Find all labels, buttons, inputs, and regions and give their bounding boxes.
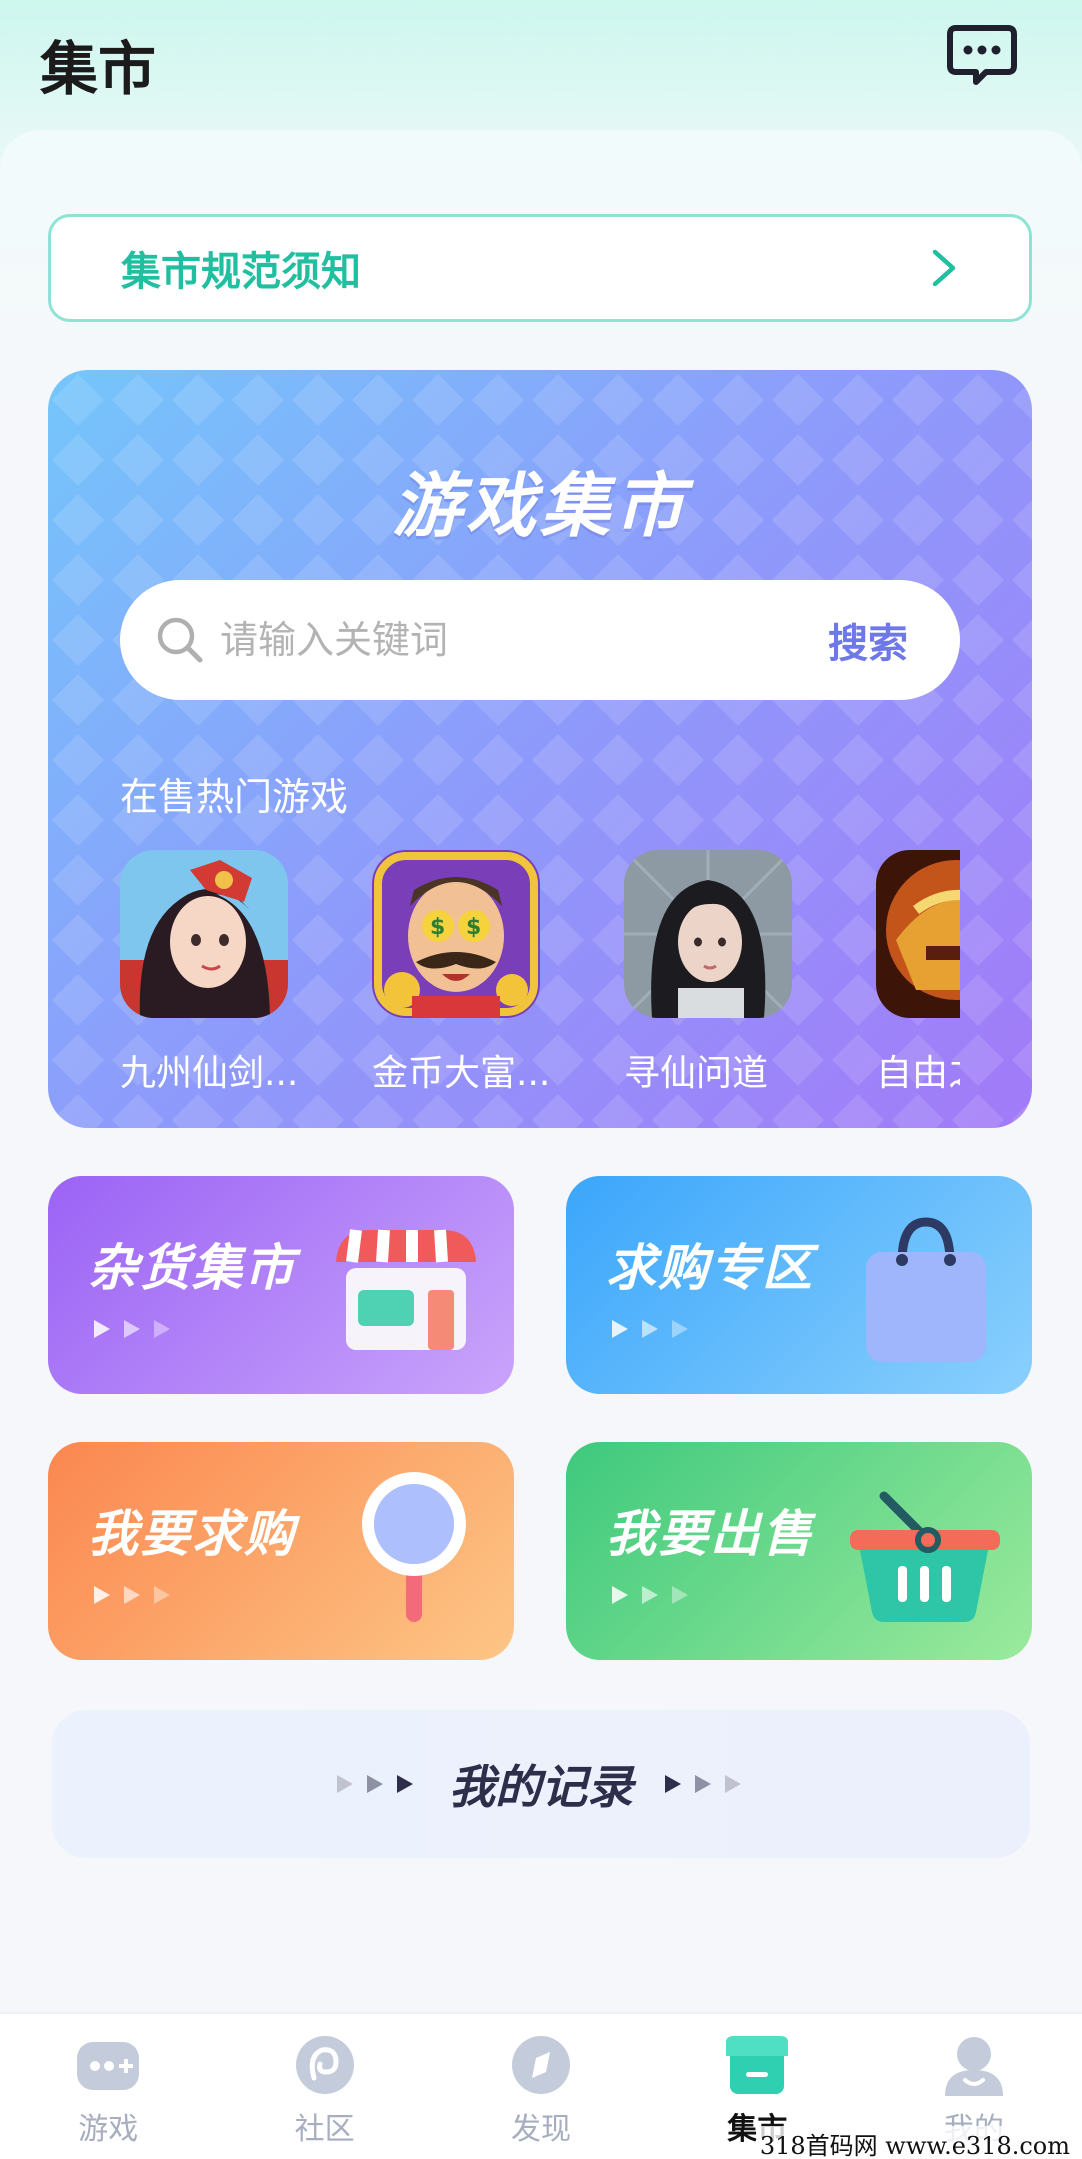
watermark: 318首码网 www.e318.com xyxy=(755,2126,1074,2159)
tab-label: 发现 xyxy=(511,2112,572,2147)
tile-title: 我要出售 xyxy=(606,1505,814,1563)
top-bar: 集市 xyxy=(0,0,1082,130)
tile-title: 我要求购 xyxy=(88,1505,296,1563)
search-button[interactable]: 搜索 xyxy=(828,611,908,669)
arrows-icon xyxy=(612,1586,688,1604)
compass-icon xyxy=(512,2036,571,2094)
shopping-bag-icon xyxy=(866,1217,986,1362)
market-title: 游戏集市 xyxy=(392,465,688,547)
tile-title: 杂货集市 xyxy=(88,1239,296,1297)
search-icon xyxy=(157,617,203,663)
arrows-icon xyxy=(94,1320,170,1338)
game-name: 寻仙问道 xyxy=(624,1053,769,1094)
tab-games[interactable]: 游戏 xyxy=(0,2014,216,2159)
hot-games-label: 在售热门游戏 xyxy=(120,775,349,819)
page-title: 集市 xyxy=(40,35,157,103)
my-records-button[interactable]: 我的记录 xyxy=(52,1710,1030,1858)
game-market-panel: 游戏集市 搜索 在售热门游戏 九州仙剑... xyxy=(48,370,1032,1128)
tab-community[interactable]: 社区 xyxy=(216,2014,432,2159)
market-icon xyxy=(726,2036,789,2094)
game-name: 金币大富... xyxy=(372,1053,551,1094)
game-item[interactable]: 自由之 xyxy=(876,850,960,1096)
game-icon-money-mustache-man: $ $ xyxy=(372,850,540,1018)
svg-text:$: $ xyxy=(466,915,481,940)
chevron-right-icon xyxy=(932,249,956,287)
game-name: 自由之 xyxy=(876,1053,960,1094)
game-item[interactable]: $ $ 金币大富... xyxy=(372,850,550,1096)
game-item[interactable]: 九州仙剑... xyxy=(120,850,298,1096)
gamepad-icon xyxy=(77,2042,140,2090)
profile-icon xyxy=(944,2037,1003,2096)
rules-banner-label: 集市规范须知 xyxy=(121,249,361,295)
tile-title: 求购专区 xyxy=(606,1239,814,1297)
tab-label: 游戏 xyxy=(78,2112,139,2147)
game-icon-red-hair-heroine xyxy=(120,850,288,1018)
community-icon xyxy=(295,2036,354,2094)
tab-discover[interactable]: 发现 xyxy=(433,2014,649,2159)
svg-text:$: $ xyxy=(430,915,445,940)
message-icon[interactable] xyxy=(946,22,1018,88)
search-box[interactable]: 搜索 xyxy=(120,580,960,700)
grocery-market-tile[interactable]: 杂货集市 xyxy=(48,1176,514,1394)
arrows-icon xyxy=(612,1320,688,1338)
hot-games-list: 九州仙剑... $ $ 金币大富... 寻仙问道 自由 xyxy=(120,850,960,1100)
game-icon-golden-armor xyxy=(876,850,960,1018)
rules-banner[interactable]: 集市规范须知 xyxy=(48,214,1032,322)
search-input[interactable] xyxy=(220,618,828,662)
want-to-buy-tile[interactable]: 我要求购 xyxy=(48,1442,514,1660)
wanted-zone-tile[interactable]: 求购专区 xyxy=(566,1176,1032,1394)
store-icon xyxy=(336,1229,476,1350)
game-name: 九州仙剑... xyxy=(120,1053,299,1094)
arrows-right-icon xyxy=(665,1775,741,1793)
tab-label: 社区 xyxy=(294,2112,355,2147)
want-to-sell-tile[interactable]: 我要出售 xyxy=(566,1442,1032,1660)
game-icon-black-hair-girl xyxy=(624,850,792,1018)
arrows-right-icon xyxy=(337,1775,413,1793)
game-item[interactable]: 寻仙问道 xyxy=(624,850,792,1096)
my-records-label: 我的记录 xyxy=(449,1760,633,1814)
magnifier-icon xyxy=(362,1472,466,1622)
basket-icon xyxy=(850,1491,1000,1622)
arrows-icon xyxy=(94,1586,170,1604)
